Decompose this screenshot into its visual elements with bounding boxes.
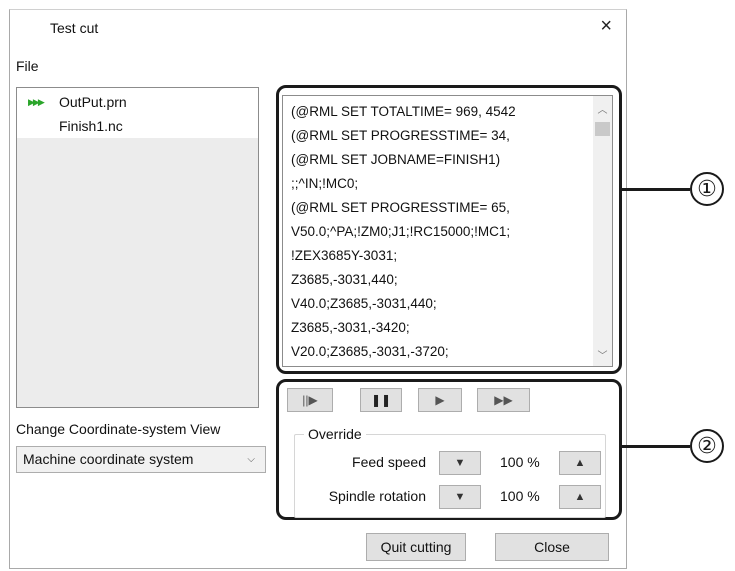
override-label: Override [304, 426, 366, 442]
fast-forward-icon: ▶▶ [494, 393, 513, 407]
dialog-title: Test cut [50, 20, 99, 36]
triangle-up-icon: ▲ [574, 457, 586, 469]
close-icon[interactable]: × [600, 16, 612, 36]
coordinate-system-selected: Machine coordinate system [23, 451, 194, 467]
file-name: Finish1.nc [59, 118, 123, 134]
play-icon: ▶ [435, 393, 445, 407]
file-name: OutPut.prn [59, 94, 127, 110]
file-label: File [16, 58, 39, 74]
annotation-box-1 [276, 85, 622, 374]
pause-icon: ❚❚ [370, 393, 392, 407]
file-list[interactable]: ▶▶▶ OutPut.prn Finish1.nc [16, 87, 259, 408]
coordinate-system-select[interactable]: Machine coordinate system ⌵ [16, 446, 266, 473]
pause-button[interactable]: ❚❚ [360, 388, 402, 412]
annotation-leader-1 [622, 188, 690, 191]
feed-speed-label: Feed speed [352, 454, 426, 470]
annotation-leader-2 [622, 445, 690, 448]
spindle-rotation-decrease-button[interactable]: ▼ [439, 485, 481, 509]
step-play-button[interactable]: ||▶ [287, 388, 333, 412]
triangle-down-icon: ▼ [454, 491, 466, 503]
file-list-item-finish1[interactable]: Finish1.nc [17, 114, 258, 138]
fast-forward-button[interactable]: ▶▶ [477, 388, 530, 412]
spindle-rotation-increase-button[interactable]: ▲ [559, 485, 601, 509]
close-button[interactable]: Close [495, 533, 609, 561]
annotation-callout-2: ② [690, 429, 724, 463]
spindle-rotation-value: 100 % [500, 488, 540, 504]
quit-cutting-button[interactable]: Quit cutting [366, 533, 466, 561]
play-triple-arrow-icon: ▶▶▶ [28, 97, 45, 107]
feed-speed-decrease-button[interactable]: ▼ [439, 451, 481, 475]
triangle-up-icon: ▲ [574, 491, 586, 503]
annotation-callout-1: ① [690, 172, 724, 206]
coordinate-view-label: Change Coordinate-system View [16, 421, 221, 437]
chevron-down-icon: ⌵ [247, 454, 255, 465]
spindle-rotation-label: Spindle rotation [328, 488, 426, 504]
step-play-icon: ||▶ [302, 393, 318, 407]
play-button[interactable]: ▶ [418, 388, 462, 412]
feed-speed-increase-button[interactable]: ▲ [559, 451, 601, 475]
triangle-down-icon: ▼ [454, 457, 466, 469]
feed-speed-value: 100 % [500, 454, 540, 470]
file-list-item-output[interactable]: ▶▶▶ OutPut.prn [17, 90, 258, 114]
